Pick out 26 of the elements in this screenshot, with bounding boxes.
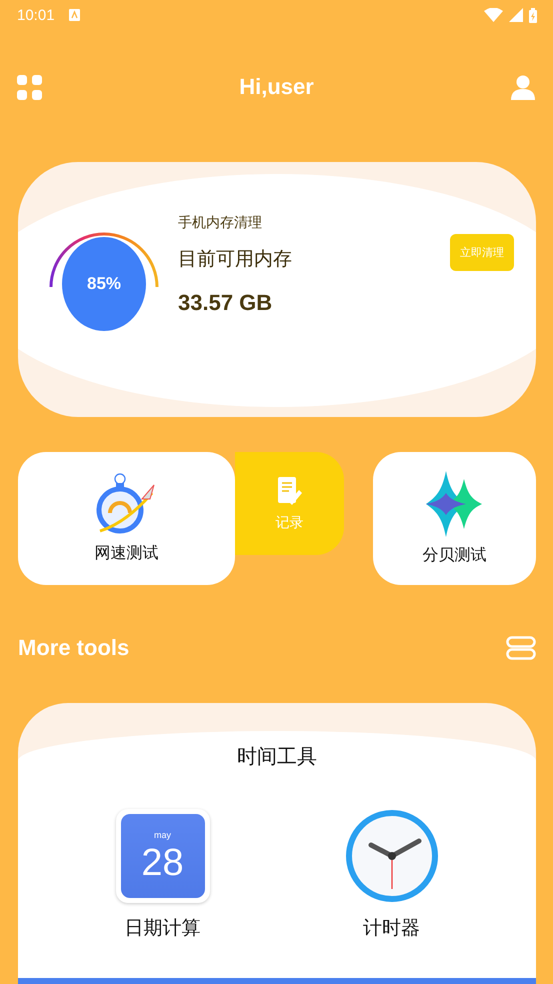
status-time: 10:01 xyxy=(17,6,55,24)
date-calc-tool[interactable]: may 28 日期计算 xyxy=(110,808,216,942)
memory-value: 33.57 GB xyxy=(178,290,274,316)
sound-wave-icon xyxy=(426,471,484,537)
tool-label: 日期计算 xyxy=(124,917,200,941)
wifi-icon xyxy=(484,8,503,22)
section-title: More tools xyxy=(18,635,130,661)
greeting-title: Hi,user xyxy=(239,74,314,100)
speed-test-tile[interactable]: 网速测试 xyxy=(18,452,235,585)
calendar-day: 28 xyxy=(141,844,184,882)
memory-caption: 手机内存清理 xyxy=(178,214,263,232)
signal-icon xyxy=(509,8,523,22)
memory-label: 目前可用内存 xyxy=(178,248,292,272)
menu-grid-icon[interactable] xyxy=(17,74,42,100)
calendar-month: may xyxy=(154,830,171,840)
note-edit-icon xyxy=(276,476,302,506)
tool-label: 计时器 xyxy=(363,917,420,941)
user-profile-icon[interactable] xyxy=(511,74,535,100)
keyboard-notification-icon xyxy=(68,9,80,21)
list-toggle-icon[interactable] xyxy=(506,636,536,660)
stopwatch-icon xyxy=(96,473,158,535)
card-title: 时间工具 xyxy=(237,745,317,770)
battery-icon xyxy=(529,8,537,22)
timer-tool[interactable]: 计时器 xyxy=(338,808,444,942)
decibel-test-tile[interactable]: 分贝测试 xyxy=(373,452,536,585)
clock-icon xyxy=(344,809,438,903)
